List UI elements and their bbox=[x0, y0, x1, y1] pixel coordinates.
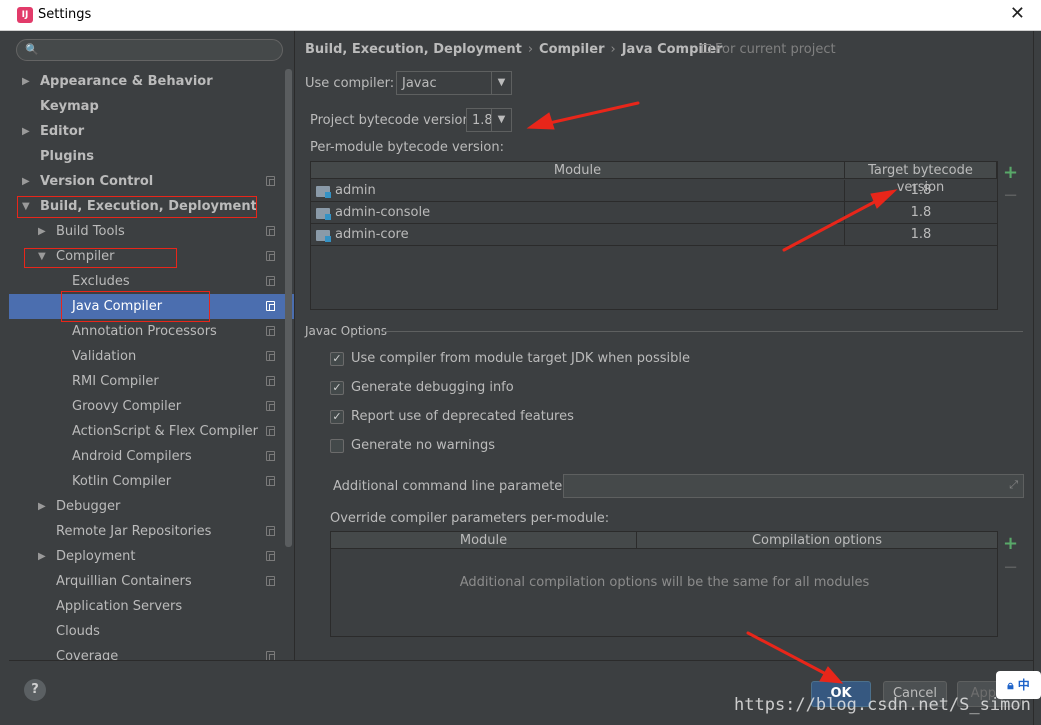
annotation-arrows bbox=[526, 101, 898, 684]
watermark: https://blog.csdn.net/S_simon bbox=[734, 695, 1031, 715]
lock-icon: 🔒︎ bbox=[1007, 678, 1014, 692]
ime-label: 中 bbox=[1017, 678, 1030, 692]
